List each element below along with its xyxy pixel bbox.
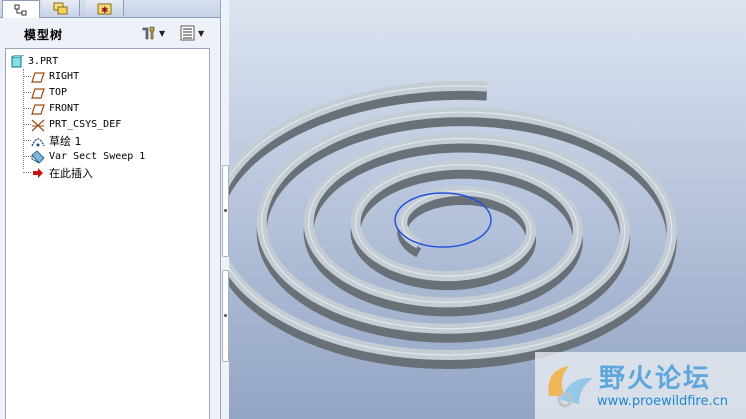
csys-icon bbox=[31, 119, 45, 131]
tree-connector bbox=[23, 140, 31, 141]
datum-plane-icon bbox=[31, 87, 45, 99]
tree-item-part[interactable]: 3.PRT bbox=[10, 54, 58, 69]
tree-item-top[interactable]: TOP bbox=[31, 85, 67, 100]
tree-connector bbox=[23, 69, 24, 169]
insert-here-arrow-icon bbox=[33, 167, 43, 178]
tree-connector bbox=[23, 108, 31, 109]
tree-item-sweep[interactable]: Var Sect Sweep 1 bbox=[31, 149, 145, 164]
tree-item-label: 3.PRT bbox=[28, 56, 59, 67]
folder-star-icon: ✱ bbox=[97, 3, 111, 15]
datum-plane-icon bbox=[31, 103, 45, 115]
tree-icon bbox=[14, 4, 27, 15]
tree-item-insert-here[interactable]: 在此插入 bbox=[31, 165, 93, 180]
navigator-panel: ✱ 模型树 ▼ ▼ 3.PRT RIGHT TOP FRONT PRT_CSYS… bbox=[0, 0, 221, 419]
chevron-down-icon: ▼ bbox=[159, 28, 166, 38]
splitter-grip-top[interactable] bbox=[222, 165, 229, 257]
tree-item-label: 草绘 1 bbox=[49, 134, 82, 148]
panel-title: 模型树 bbox=[24, 28, 64, 42]
panel-header: 模型树 ▼ ▼ bbox=[0, 18, 220, 46]
grip-dot bbox=[224, 314, 227, 317]
tree-item-label: PRT_CSYS_DEF bbox=[49, 119, 122, 130]
tree-connector bbox=[23, 156, 31, 157]
tree-connector bbox=[23, 124, 31, 125]
show-dropdown-button[interactable]: ▼ bbox=[180, 24, 204, 42]
tree-item-label: 在此插入 bbox=[49, 166, 93, 180]
tools-icon bbox=[142, 26, 155, 40]
navigator-tab-strip: ✱ bbox=[0, 0, 220, 18]
svg-text:✱: ✱ bbox=[101, 6, 109, 15]
model-tree: 3.PRT RIGHT TOP FRONT PRT_CSYS_DEF 草绘 1 … bbox=[5, 48, 210, 419]
sketch-icon bbox=[31, 137, 45, 146]
list-icon bbox=[180, 25, 195, 41]
tree-item-sketch[interactable]: 草绘 1 bbox=[31, 133, 82, 148]
tree-connector bbox=[23, 92, 31, 93]
layers-tab[interactable] bbox=[42, 0, 80, 16]
tree-connector bbox=[23, 76, 31, 77]
watermark: 野火论坛 www.proewildfire.cn bbox=[535, 352, 746, 419]
tree-connector bbox=[23, 172, 31, 173]
watermark-url: www.proewildfire.cn bbox=[597, 394, 728, 409]
tree-item-csys[interactable]: PRT_CSYS_DEF bbox=[31, 117, 121, 132]
tree-item-front[interactable]: FRONT bbox=[31, 101, 79, 116]
tree-item-label: Var Sect Sweep 1 bbox=[49, 151, 146, 162]
sweep-icon bbox=[31, 149, 45, 164]
settings-dropdown-button[interactable]: ▼ bbox=[141, 24, 165, 42]
tree-item-right[interactable]: RIGHT bbox=[31, 69, 79, 84]
watermark-logo-icon bbox=[548, 366, 593, 408]
favorites-tab[interactable]: ✱ bbox=[86, 0, 124, 16]
watermark-title: 野火论坛 bbox=[599, 364, 712, 394]
splitter-grip-bottom[interactable] bbox=[222, 270, 229, 362]
grip-dot bbox=[224, 209, 227, 212]
tree-item-label: FRONT bbox=[49, 103, 80, 114]
part-icon bbox=[11, 54, 24, 67]
model-tree-tab[interactable] bbox=[2, 0, 40, 18]
chevron-down-icon: ▼ bbox=[198, 28, 205, 38]
layers-icon bbox=[53, 2, 67, 14]
tree-item-label: TOP bbox=[49, 87, 68, 98]
tree-item-label: RIGHT bbox=[49, 71, 80, 82]
datum-plane-icon bbox=[31, 71, 45, 83]
